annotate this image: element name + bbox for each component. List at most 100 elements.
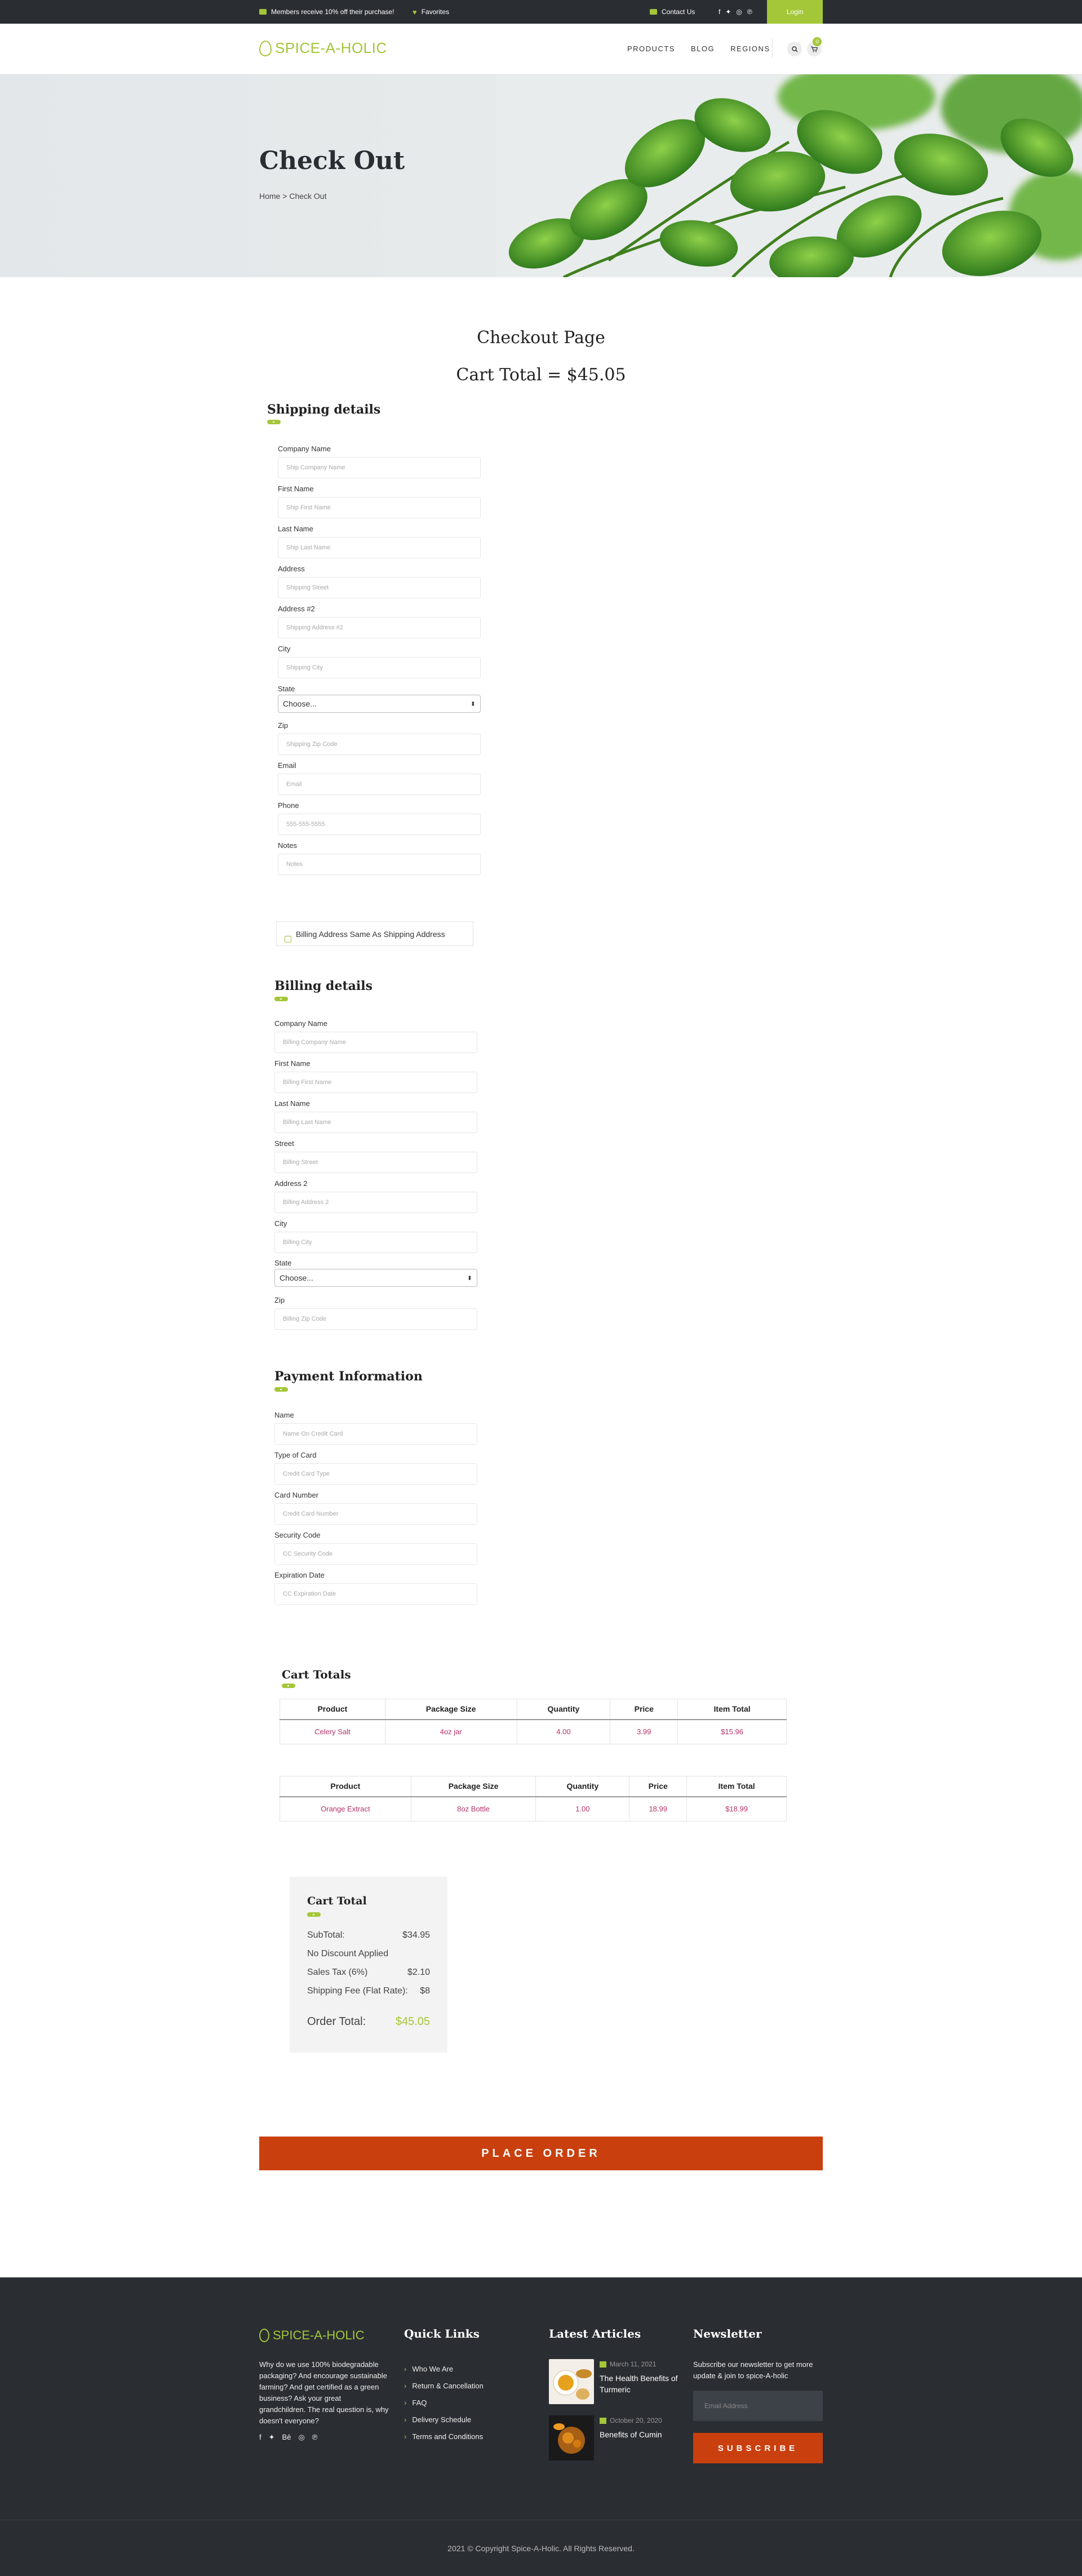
- same-address-checkbox[interactable]: Billing Address Same As Shipping Address: [276, 921, 473, 946]
- field-label: Security Code: [274, 1531, 321, 1539]
- cart-total-heading: Cart Total = $45.05: [456, 365, 626, 385]
- shipping-input-9[interactable]: Notes: [278, 854, 481, 875]
- article-item[interactable]: March 11, 2021 The Health Benefits of Tu…: [549, 2359, 684, 2404]
- nav-regions[interactable]: REGIONS: [730, 45, 770, 53]
- shipping-input-4[interactable]: Shipping Address #2: [278, 617, 481, 638]
- article-date: March 11, 2021: [600, 2360, 684, 2368]
- instagram-icon[interactable]: ◎: [298, 2433, 304, 2442]
- col-product: Product: [280, 1699, 385, 1720]
- quick-links-title: Quick Links: [404, 2327, 480, 2340]
- twitter-icon[interactable]: ✦: [725, 8, 731, 16]
- article-item[interactable]: October 20, 2020 Benefits of Cumin: [549, 2415, 684, 2460]
- envelope-icon: [650, 9, 657, 15]
- payment-input-3[interactable]: CC Security Code: [274, 1543, 477, 1565]
- herb-plant-image: [496, 74, 1082, 277]
- field-label: Last Name: [274, 1099, 310, 1108]
- quick-link[interactable]: › Delivery Schedule: [404, 2415, 471, 2424]
- shipping-input-8[interactable]: 555-555-5555: [278, 814, 481, 835]
- shipping-input-6[interactable]: Shipping Zip Code: [278, 734, 481, 755]
- field-label: Address #2: [278, 605, 315, 613]
- col-quantity: Quantity: [535, 1776, 630, 1797]
- nav-products[interactable]: PRODUCTS: [627, 45, 675, 53]
- newsletter-text: Subscribe our newsletter to get more upd…: [693, 2360, 813, 2380]
- billing-input-2[interactable]: Billing Last Name: [274, 1112, 477, 1133]
- facebook-icon[interactable]: f: [719, 8, 720, 16]
- contact-label: Contact Us: [662, 8, 695, 16]
- article-title[interactable]: Benefits of Cumin: [600, 2429, 684, 2440]
- logo[interactable]: SPICE-A-HOLIC: [259, 39, 387, 57]
- shipping-input-3[interactable]: Shipping Street: [278, 577, 481, 598]
- col-item-total: Item Total: [686, 1776, 787, 1797]
- contact-link[interactable]: Contact Us: [650, 0, 695, 24]
- nav-blog[interactable]: BLOG: [691, 45, 715, 53]
- billing-input-3[interactable]: Billing Street: [274, 1152, 477, 1173]
- payment-input-2[interactable]: Credit Card Number: [274, 1503, 477, 1525]
- billing-input-0[interactable]: Billing Company Name: [274, 1032, 477, 1053]
- favorites-link[interactable]: ♥ Favorites: [413, 0, 449, 24]
- place-order-button[interactable]: PLACE ORDER: [259, 2137, 823, 2170]
- cart-icon: [811, 46, 818, 52]
- cell-item-total: $15.96: [677, 1719, 787, 1744]
- instagram-icon[interactable]: ◎: [736, 8, 742, 16]
- twitter-icon[interactable]: ✦: [269, 2433, 275, 2442]
- nav-divider: [772, 39, 773, 58]
- quick-link[interactable]: › Terms and Conditions: [404, 2432, 483, 2441]
- payment-input-0[interactable]: Name On Credit Card: [274, 1423, 477, 1445]
- payment-title: Payment Information: [274, 1369, 423, 1384]
- pinterest-icon[interactable]: ℗: [747, 8, 752, 16]
- behance-icon[interactable]: Bē: [282, 2433, 291, 2442]
- shipping-label: Shipping Fee (Flat Rate):: [307, 1986, 408, 1996]
- billing-input-5[interactable]: Billing City: [274, 1232, 477, 1253]
- shipping-input-0[interactable]: Ship Company Name: [278, 457, 481, 478]
- article-title[interactable]: The Health Benefits of Turmeric: [600, 2373, 684, 2395]
- login-button[interactable]: Login: [767, 0, 823, 24]
- payment-input-4[interactable]: CC Expiration Date: [274, 1583, 477, 1605]
- newsletter-email-input[interactable]: Email Address: [693, 2391, 823, 2421]
- tax-row: Sales Tax (6%) $2.10: [307, 1967, 430, 1978]
- subscribe-button[interactable]: SUBSCRIBE: [693, 2433, 823, 2463]
- promo-text: Members receive 10% off their purchase!: [271, 8, 394, 16]
- billing-input-1[interactable]: Billing First Name: [274, 1072, 477, 1093]
- pinterest-icon[interactable]: ℗: [312, 2433, 318, 2442]
- breadcrumb-home[interactable]: Home: [259, 192, 280, 201]
- shipping-input-2[interactable]: Ship Last Name: [278, 537, 481, 558]
- title-underline: [274, 1387, 288, 1392]
- shipping-input-1[interactable]: Ship First Name: [278, 497, 481, 518]
- chevron-right-icon: ›: [404, 2432, 407, 2441]
- subtotal-row: SubTotal: $34.95: [307, 1930, 430, 1940]
- search-button[interactable]: [787, 42, 802, 56]
- newsletter-title: Newsletter: [693, 2327, 762, 2340]
- heart-icon: ♥: [413, 7, 417, 16]
- quick-link[interactable]: › Who We Are: [404, 2365, 453, 2373]
- facebook-icon[interactable]: f: [259, 2433, 261, 2442]
- cell-quantity: 1.00: [535, 1796, 630, 1822]
- tax-value: $2.10: [407, 1967, 430, 1977]
- quick-link[interactable]: › Return & Cancellation: [404, 2382, 484, 2390]
- field-label: Expiration Date: [274, 1571, 325, 1579]
- quick-link[interactable]: › FAQ: [404, 2399, 427, 2407]
- breadcrumb: Home > Check Out: [259, 192, 326, 201]
- subtotal-value: $34.95: [402, 1930, 430, 1940]
- select-arrow-icon: ⬍: [467, 1274, 472, 1282]
- chevron-right-icon: ›: [404, 2415, 407, 2424]
- favorites-label: Favorites: [421, 8, 450, 16]
- shipping-input-7[interactable]: Email: [278, 774, 481, 795]
- field-label: City: [274, 1219, 287, 1228]
- billing-input-6[interactable]: Billing Zip Code: [274, 1308, 477, 1330]
- discount-row: No Discount Applied: [307, 1949, 430, 1959]
- billing-input-4[interactable]: Billing Address 2: [274, 1192, 477, 1213]
- payment-input-1[interactable]: Credit Card Type: [274, 1463, 477, 1485]
- cell-product: Orange Extract: [280, 1796, 411, 1822]
- title-underline: [282, 1684, 295, 1688]
- shipping-input-5[interactable]: Shipping City: [278, 657, 481, 678]
- tag-icon: [259, 9, 267, 15]
- select-value: Choose...: [280, 1273, 313, 1282]
- col-quantity: Quantity: [516, 1699, 611, 1720]
- checkbox[interactable]: [285, 936, 291, 943]
- billing-state-select[interactable]: Choose... ⬍: [274, 1269, 477, 1287]
- site-header: SPICE-A-HOLIC PRODUCTS BLOG REGIONS 0: [0, 24, 1082, 74]
- footer-logo[interactable]: SPICE-A-HOLIC: [259, 2328, 365, 2343]
- table-row: Orange Extract 8oz Bottle 1.00 18.99 $18…: [280, 1796, 787, 1822]
- shipping-state-select[interactable]: Choose... ⬍: [278, 695, 481, 713]
- leaf-icon: [259, 40, 272, 56]
